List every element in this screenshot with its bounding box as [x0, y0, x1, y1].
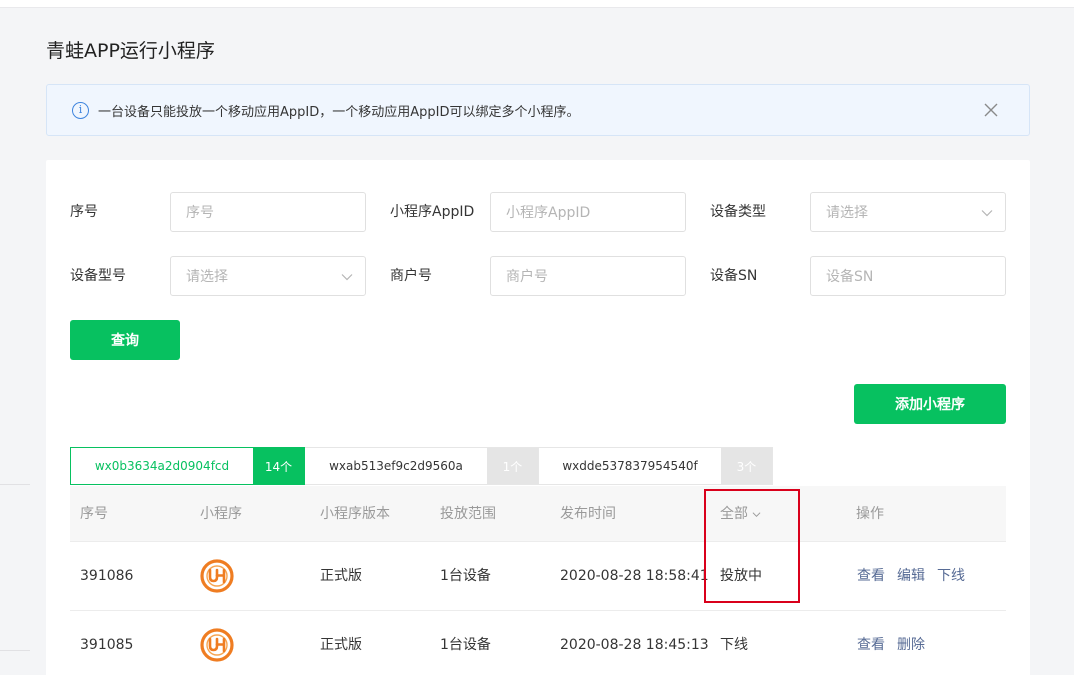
chevron-down-icon: [753, 511, 761, 517]
view-link[interactable]: 查看: [857, 566, 885, 586]
delete-link[interactable]: 删除: [897, 635, 925, 655]
device-model-select[interactable]: 请选择: [170, 256, 366, 296]
merchant-input[interactable]: 商户号: [490, 256, 686, 296]
main-card: 序号 序号 小程序AppID 小程序AppID 设备类型 请选择 设备型号 请选…: [46, 160, 1030, 675]
top-bar: [0, 0, 1074, 8]
uh-logo-icon: [200, 628, 234, 662]
device-type-select[interactable]: 请选择: [810, 192, 1006, 232]
sn-input[interactable]: 设备SN: [810, 256, 1006, 296]
sidebar-divider: [0, 484, 30, 485]
col-time: 发布时间: [560, 506, 616, 522]
sn-label: 设备SN: [710, 268, 758, 284]
appid-tabs: wx0b3634a2d0904fcd 14个 wxab513ef9c2d9560…: [70, 447, 773, 485]
tab-appid-3[interactable]: wxdde537837954540f 3个: [538, 447, 773, 485]
col-ops: 操作: [856, 506, 884, 522]
row-version: 正式版: [320, 637, 362, 653]
row-status: 下线: [720, 637, 748, 653]
table-row: 391086 正式版 1台设备 2020-08-28 18:58:41 投放中 …: [70, 542, 1006, 611]
chevron-down-icon: [981, 207, 993, 219]
tab-count-badge: 1个: [487, 448, 538, 484]
col-version: 小程序版本: [320, 506, 390, 522]
table-row: 391085 正式版 1台设备 2020-08-28 18:45:13 下线 查…: [70, 611, 1006, 675]
tab-appid-1[interactable]: wx0b3634a2d0904fcd 14个: [70, 447, 305, 485]
merchant-label: 商户号: [390, 268, 432, 284]
table-header: 序号 小程序 小程序版本 投放范围 发布时间 全部 操作: [70, 486, 1006, 542]
miniprogram-table: 序号 小程序 小程序版本 投放范围 发布时间 全部 操作 391086 正式版: [70, 486, 1006, 675]
close-icon[interactable]: [979, 98, 1003, 122]
status-filter-dropdown[interactable]: 全部: [720, 504, 761, 524]
sn-placeholder: 设备SN: [826, 269, 874, 285]
row-scope: 1台设备: [440, 568, 491, 584]
row-time: 2020-08-28 18:58:41: [560, 568, 709, 584]
col-scope: 投放范围: [440, 506, 496, 522]
device-model-label: 设备型号: [70, 268, 126, 284]
row-serial: 391085: [80, 637, 134, 653]
edit-link[interactable]: 编辑: [897, 566, 925, 586]
query-button[interactable]: 查询: [70, 320, 180, 360]
row-time: 2020-08-28 18:45:13: [560, 637, 709, 653]
notice-banner: i 一台设备只能投放一个移动应用AppID，一个移动应用AppID可以绑定多个小…: [46, 84, 1030, 136]
tab-name: wxdde537837954540f: [539, 448, 721, 484]
chevron-down-icon: [341, 271, 353, 283]
device-type-placeholder: 请选择: [826, 205, 868, 221]
col-app: 小程序: [200, 506, 242, 522]
tab-name: wxab513ef9c2d9560a: [305, 448, 487, 484]
add-miniprogram-button[interactable]: 添加小程序: [854, 384, 1006, 424]
merchant-placeholder: 商户号: [506, 269, 548, 285]
uh-logo-icon: [200, 559, 234, 593]
device-model-placeholder: 请选择: [186, 269, 228, 285]
appid-placeholder: 小程序AppID: [506, 205, 591, 221]
tab-appid-2[interactable]: wxab513ef9c2d9560a 1个: [304, 447, 539, 485]
serial-label: 序号: [70, 204, 98, 220]
status-filter-label: 全部: [720, 506, 748, 522]
view-link[interactable]: 查看: [857, 635, 885, 655]
row-version: 正式版: [320, 568, 362, 584]
tab-count-badge: 3个: [721, 448, 772, 484]
col-serial: 序号: [80, 506, 108, 522]
notice-text: 一台设备只能投放一个移动应用AppID，一个移动应用AppID可以绑定多个小程序…: [98, 104, 580, 120]
sidebar-divider: [0, 650, 30, 651]
row-serial: 391086: [80, 568, 134, 584]
serial-input[interactable]: 序号: [170, 192, 366, 232]
offline-link[interactable]: 下线: [937, 566, 965, 586]
tab-name: wx0b3634a2d0904fcd: [71, 448, 253, 484]
row-status: 投放中: [720, 568, 762, 584]
appid-label: 小程序AppID: [390, 204, 475, 220]
page-title: 青蛙APP运行小程序: [46, 40, 215, 62]
device-type-label: 设备类型: [710, 204, 766, 220]
tab-count-badge: 14个: [253, 448, 304, 484]
appid-input[interactable]: 小程序AppID: [490, 192, 686, 232]
row-scope: 1台设备: [440, 637, 491, 653]
info-icon: i: [72, 101, 89, 119]
serial-placeholder: 序号: [186, 205, 214, 221]
